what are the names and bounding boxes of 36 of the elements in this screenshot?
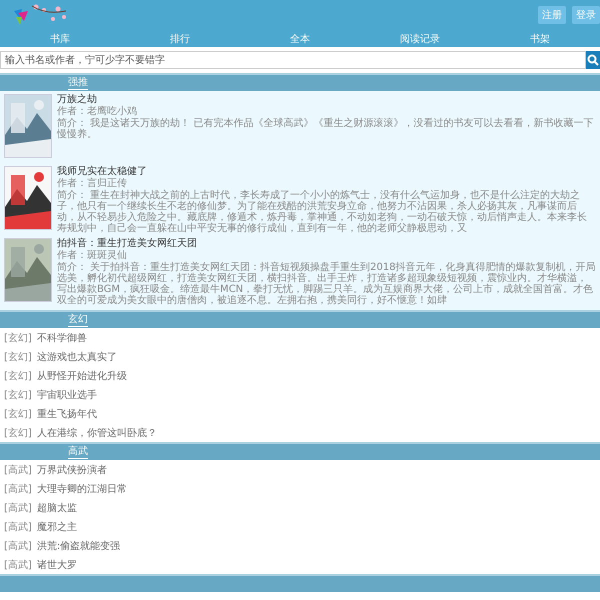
book-link[interactable]: 洪荒:偷盗就能变强 (36, 538, 120, 552)
book-link[interactable]: 诸世大罗 (36, 558, 77, 572)
book-author: 作者：斑斑灵仙 (57, 250, 128, 262)
book-link[interactable]: 这游戏也太真实了 (36, 350, 117, 364)
book-link[interactable]: 重生飞扬年代 (36, 406, 97, 420)
genre-tag: [玄幻] (4, 368, 32, 382)
book-link[interactable]: 不科学御兽 (36, 330, 87, 344)
genre-tag: [高武] (4, 538, 32, 552)
book-link[interactable]: 宇宙职业选手 (36, 388, 97, 402)
search-icon (587, 54, 599, 66)
genre-tag: [高武] (4, 462, 32, 476)
genre-tag: [高武] (4, 558, 32, 572)
book-link[interactable]: 大理寺卿的江湖日常 (36, 482, 127, 496)
book-link[interactable]: 从野怪开始进化升级 (36, 368, 127, 382)
book-title[interactable]: 万族之劫 (57, 94, 596, 106)
genre-tag: [高武] (4, 500, 32, 514)
book-summary: 简介： 关于拍抖音：重生打造美女网红天团：抖音短视频操盘手重生到2018抖音元年，化身真得肥情的爆款复制机，开局选美，孵化初代超级网红，打造美女网红天团，横扫抖音。出手王炸，打造诸多超现象级短视频，震惊业内。才华横溢，写出爆款BGM，疯狂吸金。缔造最牛MCN，拳打无忧，脚踢三只羊。成为互娱商界大佬，公司上市，成就全国首富。才色双全的可爱成为美女眼中的唐僧肉，被追逐不息。左拥右抱，携美同行，好不惬意！如肆 (57, 262, 596, 306)
genre-tag: [玄幻] (4, 388, 32, 402)
book-link[interactable]: 万界武侠扮演者 (36, 462, 107, 476)
book-link[interactable]: 人在港综，你管这叫卧底？ (36, 426, 157, 440)
book-summary: 简介： 我是这诸天万族的劫！ 已有完本作品《全球高武》《重生之财源滚滚》，没看过的书友可以去看看，新书收藏一下慢慢养。 (57, 118, 594, 140)
search-button[interactable] (586, 51, 600, 69)
genre-tag: [玄幻] (4, 350, 32, 364)
genre-tag: [玄幻] (4, 426, 32, 440)
book-author: 作者：老鹰吃小鸡 (57, 106, 138, 118)
book-author: 作者：言归正传 (57, 178, 128, 190)
book-title[interactable]: 我师兄实在太稳健了 (57, 166, 596, 178)
book-title[interactable]: 拍抖音：重生打造美女网红天团 (57, 238, 596, 250)
genre-tag: [玄幻] (4, 330, 32, 344)
genre-tag: [高武] (4, 520, 32, 534)
genre-tag: [玄幻] (4, 406, 32, 420)
book-summary: 简介： 重生在封神大战之前的上古时代，李长寿成了一个小小的炼气士，没有什么气运加身，也不是什么注定的大劫之子，他只有一个继续长生不老的修仙梦。为了能在残酷的洪荒安身立命，他努力不沾因果，杀人必扬其灰，凡事谋而后动，从不轻易步入危险之中。藏底牌，修遁术，炼丹毒，掌神通，不动如老狗，一动石破天惊，动后悄声走人。本来李长寿规划中，自己会一直躲在山中平安无事的修行成仙，直到有一年，他的老师父静极思动，又 (57, 190, 588, 234)
genre-tag: [高武] (4, 482, 32, 496)
search-field[interactable]: 输入书名或作者，宁可少字不要错字 (0, 51, 586, 69)
book-link[interactable]: 超脑太监 (36, 500, 77, 514)
book-link[interactable]: 魔邪之主 (36, 520, 77, 534)
